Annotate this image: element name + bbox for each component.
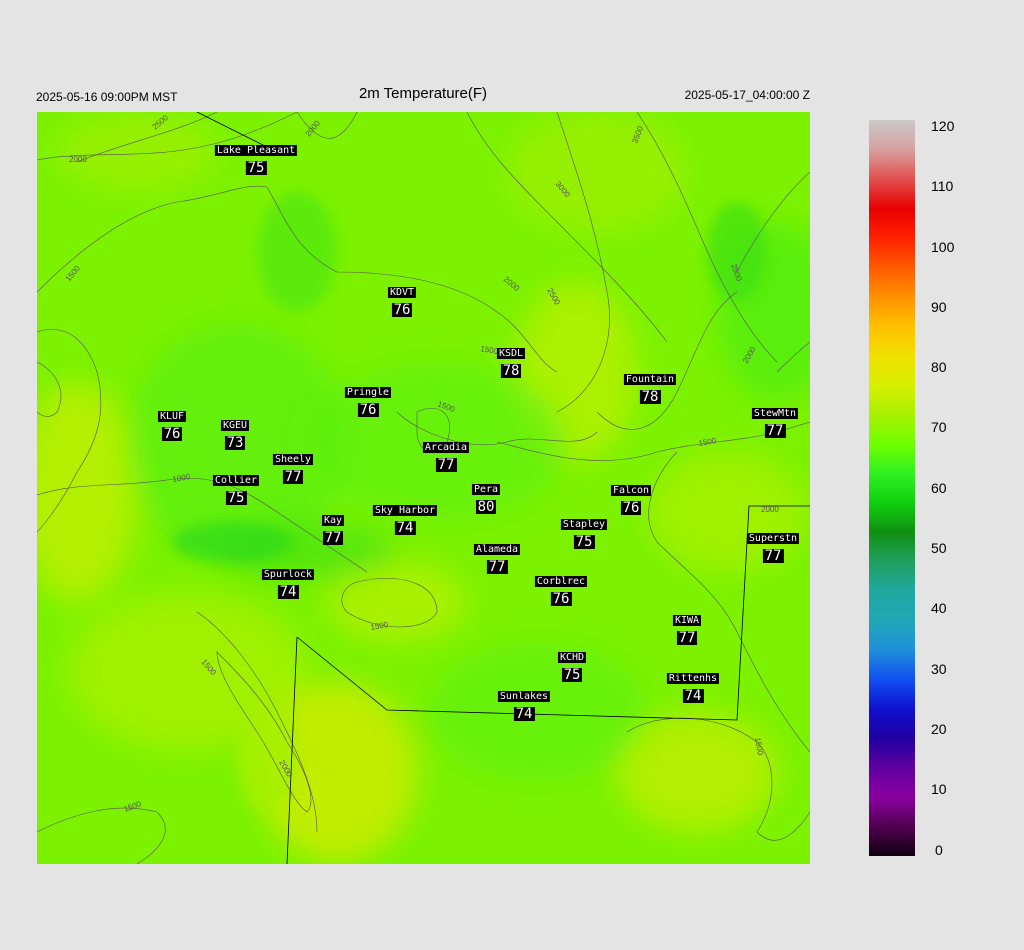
colorbar-tick: 60: [931, 480, 947, 496]
station-stapley: Stapley 75: [560, 519, 608, 550]
colorbar-tick: 80: [931, 359, 947, 375]
station-corblrec: Corblrec 76: [534, 576, 588, 607]
station-sheely: Sheely 77: [272, 454, 314, 485]
station-falcon: Falcon 76: [610, 485, 652, 516]
colorbar-tick: 100: [931, 239, 955, 255]
station-pera: Pera 80: [471, 484, 501, 515]
temperature-map: 2500 2000 2000 3500 3000 1500 2000 2500 …: [37, 112, 810, 864]
colorbar-tick: 120: [931, 118, 955, 134]
colorbar-tick: 30: [931, 661, 947, 677]
colorbar-tick: 90: [931, 299, 947, 315]
station-fountain: Fountain 78: [623, 374, 677, 405]
station-rittenhs: Rittenhs 74: [666, 673, 720, 704]
colorbar-tick: 110: [931, 178, 954, 194]
temperature-field: 2500 2000 2000 3500 3000 1500 2000 2500 …: [37, 112, 810, 864]
station-ksdl: KSDL 78: [496, 348, 526, 379]
colorbar-tick: 0: [935, 842, 943, 858]
station-kdvt: KDVT 76: [387, 287, 417, 318]
colorbar-tick: 20: [931, 721, 947, 737]
station-sky-harbor: Sky Harbor 74: [372, 505, 438, 536]
station-sunlakes: Sunlakes 74: [497, 691, 551, 722]
station-kiwa: KIWA 77: [672, 615, 702, 646]
svg-text:2000: 2000: [761, 505, 779, 514]
station-lake-pleasant: Lake Pleasant 75: [214, 145, 298, 176]
svg-text:2000: 2000: [69, 155, 87, 164]
station-kchd: KCHD 75: [557, 652, 587, 683]
temperature-colorbar: [869, 120, 915, 856]
station-arcadia: Arcadia 77: [422, 442, 470, 473]
station-stewmtn: StewMtn 77: [751, 408, 799, 439]
colorbar-tick: 10: [931, 781, 947, 797]
station-kay: Kay 77: [321, 515, 345, 546]
station-kluf: KLUF 76: [157, 411, 187, 442]
valid-time-utc: 2025-05-17_04:00:00 Z: [684, 88, 810, 102]
station-spurlock: Spurlock 74: [261, 569, 315, 600]
station-collier: Collier 75: [212, 475, 260, 506]
colorbar-tick: 70: [931, 419, 947, 435]
station-alameda: Alameda 77: [473, 544, 521, 575]
colorbar-tick: 40: [931, 600, 947, 616]
colorbar-tick: 50: [931, 540, 947, 556]
station-kgeu: KGEU 73: [220, 420, 250, 451]
station-pringle: Pringle 76: [344, 387, 392, 418]
station-superstn: Superstn 77: [746, 533, 800, 564]
